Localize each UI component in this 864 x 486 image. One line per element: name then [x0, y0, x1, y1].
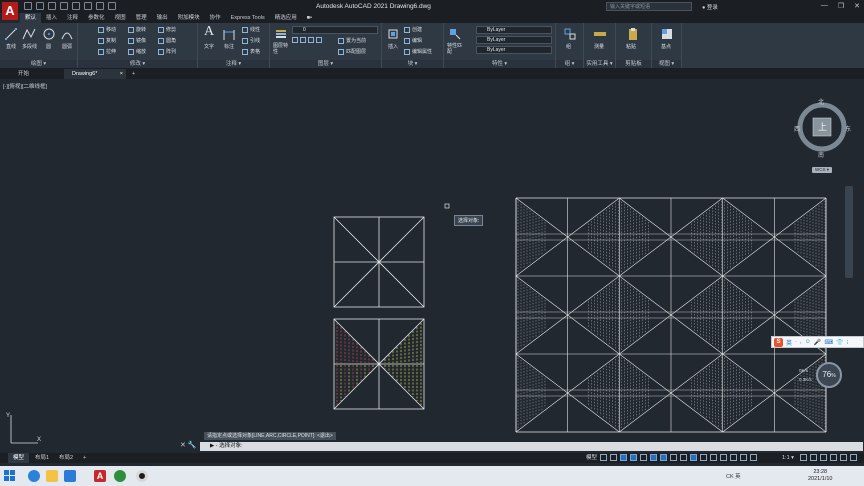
svg-text:X: X — [37, 437, 41, 443]
ime-skin-icon[interactable]: 👕 — [836, 339, 843, 346]
compass-south[interactable]: 南 — [818, 150, 824, 159]
command-line-controls[interactable]: ✕ 🔧 — [180, 441, 197, 449]
tab-model[interactable]: 模型 — [8, 453, 30, 463]
ortho-toggle-icon[interactable] — [620, 454, 627, 461]
hatched-square[interactable] — [333, 318, 425, 410]
ime-comma-icon[interactable]: , — [800, 339, 802, 345]
3d-osnap-icon[interactable] — [700, 454, 707, 461]
ime-toolbar[interactable]: S 英 · , ☺ 🎤 ⌨ 👕 ⁝ — [771, 336, 864, 348]
wechat-icon[interactable] — [114, 470, 126, 482]
tab-layout1[interactable]: 布局1 — [30, 453, 54, 463]
ime-emoji-icon[interactable]: ☺ — [805, 339, 811, 345]
workspace-icon[interactable] — [800, 454, 807, 461]
isolate-objects-icon[interactable] — [820, 454, 827, 461]
grid-toggle-icon[interactable] — [600, 454, 607, 461]
drawing-canvas[interactable]: Y X — [0, 0, 864, 486]
hardware-acceleration-icon[interactable] — [830, 454, 837, 461]
command-line: 请指定点或选择对象[LINE,ARC,CIRCLE,POINT]: <退出> ▶… — [200, 431, 863, 453]
ime-keyboard-icon[interactable]: ⌨ — [824, 339, 833, 346]
object-snap-tracking-icon[interactable] — [650, 454, 657, 461]
selection-cycling-icon[interactable] — [690, 454, 697, 461]
wcs-menu[interactable]: WCS ▾ — [812, 167, 833, 173]
cursor-tooltip: 选择对象: — [454, 215, 484, 226]
navigation-bar[interactable] — [845, 186, 853, 278]
customization-menu-icon[interactable] — [850, 454, 857, 461]
add-layout-button[interactable]: + — [78, 453, 91, 463]
performance-percent-unit: % — [831, 373, 836, 379]
compass-west[interactable]: 西 — [794, 124, 800, 133]
ime-punctuation-icon[interactable]: · — [795, 339, 797, 345]
lineweight-toggle-icon[interactable] — [670, 454, 677, 461]
clock-time: 23:28 — [813, 469, 828, 475]
selection-filter-icon[interactable] — [720, 454, 727, 461]
object-snap-icon[interactable] — [660, 454, 667, 461]
clean-screen-icon[interactable] — [840, 454, 847, 461]
command-history: 请指定点或选择对象[LINE,ARC,CIRCLE,POINT]: <退出> — [204, 432, 336, 440]
snap-toggle-icon[interactable] — [610, 454, 617, 461]
polar-toggle-icon[interactable] — [630, 454, 637, 461]
windows-taskbar: A CK 英 23:28 2021/1/10 — [0, 466, 864, 486]
model-space-toggle[interactable]: 模型 — [586, 453, 597, 463]
svg-text:Y: Y — [6, 413, 10, 419]
ime-mic-icon[interactable]: 🎤 — [814, 339, 821, 346]
sogou-logo[interactable]: S — [774, 337, 783, 347]
annotation-monitor-icon[interactable] — [810, 454, 817, 461]
network-speed: 0K/s 0.3K/s — [799, 366, 812, 384]
file-explorer-icon[interactable] — [46, 470, 58, 482]
autocad-logo[interactable]: A — [2, 2, 18, 20]
status-right-icons — [800, 454, 857, 461]
download-speed: 0.3K/s — [799, 377, 812, 382]
annotation-visibility-icon[interactable] — [740, 454, 747, 461]
compass-north[interactable]: 北 — [818, 97, 824, 106]
annotation-scale[interactable]: 1:1 ▾ — [782, 453, 794, 463]
system-clock[interactable]: 23:28 2021/1/10 — [808, 469, 832, 483]
tab-layout2[interactable]: 布局2 — [54, 453, 78, 463]
viewcube-top-face[interactable]: 上 — [818, 120, 827, 133]
isodraft-toggle-icon[interactable] — [640, 454, 647, 461]
ime-language[interactable]: 英 — [786, 338, 792, 347]
windows-start-icon[interactable] — [4, 470, 15, 481]
compass-east[interactable]: 东 — [845, 124, 851, 133]
transparency-toggle-icon[interactable] — [680, 454, 687, 461]
performance-percent: 76 — [822, 370, 832, 379]
upload-speed: 0K/s — [799, 368, 809, 373]
diamond-lattice-pattern[interactable] — [515, 197, 827, 433]
autocad-taskbar-icon[interactable]: A — [94, 470, 106, 482]
square-with-diagonals[interactable] — [333, 216, 425, 308]
mail-icon[interactable] — [64, 470, 76, 482]
gizmo-icon[interactable] — [730, 454, 737, 461]
command-input[interactable]: ▶ - 选择对象: — [200, 442, 863, 451]
clock-date: 2021/1/10 — [808, 476, 833, 482]
cursor-pickbox — [444, 203, 450, 209]
recorder-icon[interactable] — [136, 470, 148, 482]
ucs-icon: Y X — [6, 413, 41, 444]
dynamic-ucs-icon[interactable] — [710, 454, 717, 461]
system-tray[interactable]: CK 英 — [726, 472, 741, 480]
ime-more-icon[interactable]: ⁝ — [846, 339, 848, 346]
performance-gauge[interactable]: 76% — [816, 362, 842, 388]
auto-scale-icon[interactable] — [750, 454, 757, 461]
status-toggles — [600, 454, 757, 461]
edge-icon[interactable] — [28, 470, 40, 482]
